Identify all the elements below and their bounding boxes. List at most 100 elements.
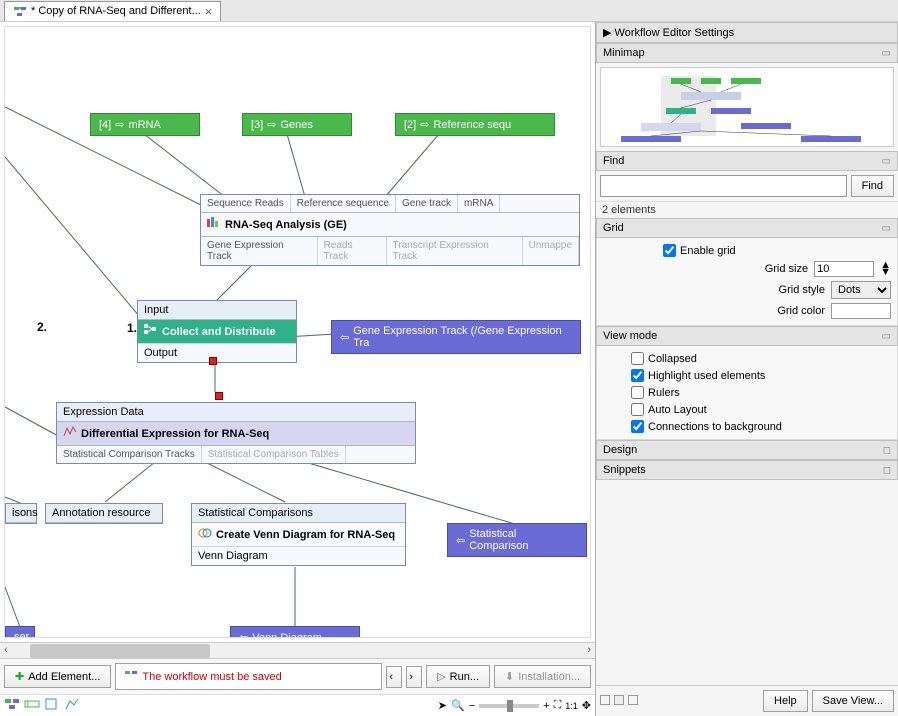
zoom-ratio[interactable]: 1:1 — [565, 701, 578, 711]
connbg-checkbox[interactable] — [631, 420, 644, 433]
view-icon-1[interactable] — [4, 697, 20, 714]
node-annotation-resource[interactable]: Annotation resource — [45, 503, 163, 524]
port-ge-track[interactable]: Gene Expression Track — [201, 237, 318, 265]
rulers-checkbox[interactable] — [631, 386, 644, 399]
output-stub-browser[interactable]: ser — [5, 626, 35, 638]
port-stat-tracks[interactable]: Statistical Comparison Tracks — [57, 446, 202, 463]
prev-button[interactable]: ‹ — [386, 666, 402, 688]
tool-icon-3[interactable] — [628, 695, 638, 708]
viewmode-panel: Collapsed Highlight used elements Rulers… — [596, 346, 898, 440]
port-unmapped[interactable]: Unmappe — [523, 237, 579, 265]
zoom-icon[interactable]: 🔍 — [451, 699, 465, 712]
horizontal-scrollbar[interactable]: › ‹ — [0, 642, 595, 658]
save-view-button[interactable]: Save View... — [812, 690, 894, 712]
input-node-genes[interactable]: [3] ⇨ Genes — [242, 113, 352, 136]
port-expression-data[interactable]: Expression Data — [57, 403, 415, 422]
right-bottom-toolbar: Help Save View... — [596, 685, 898, 716]
node-title: RNA-Seq Analysis (GE) — [225, 219, 347, 231]
minimap-header[interactable]: Minimap ▭ — [596, 43, 898, 63]
port-sequence-reads[interactable]: Sequence Reads — [201, 195, 291, 212]
port-venn-out[interactable]: Venn Diagram — [192, 546, 405, 565]
workflow-icon — [13, 4, 27, 18]
port-stat-comparisons[interactable]: Statistical Comparisons — [192, 504, 405, 523]
venn-icon — [198, 527, 212, 542]
snippets-header[interactable]: Snippets ◻ — [596, 460, 898, 480]
node-venn-diagram[interactable]: Statistical Comparisons Create Venn Diag… — [191, 503, 406, 566]
input-node-mrna[interactable]: [4] ⇨ mRNA — [90, 113, 200, 136]
port-reference-seq[interactable]: Reference sequence — [291, 195, 396, 212]
chevron-right-icon[interactable]: › — [587, 644, 591, 656]
arrow-right-icon: ⇨ — [420, 118, 429, 131]
node-collect-distribute[interactable]: Input Collect and Distribute Output — [137, 300, 297, 363]
pointer-icon[interactable]: ➤ — [438, 699, 447, 712]
collapse-icon[interactable]: ▭ — [882, 223, 891, 234]
fit-icon[interactable]: ⛶ — [554, 699, 562, 712]
find-panel: Find — [596, 171, 898, 201]
zoom-out-icon[interactable]: − — [469, 700, 475, 712]
view-icons-row: ➤ 🔍 − + ⛶ 1:1 ✥ — [0, 694, 595, 716]
zoom-in-icon[interactable]: + — [543, 700, 549, 712]
collapse-icon[interactable]: ▭ — [882, 331, 891, 342]
highlight-checkbox[interactable] — [631, 369, 644, 382]
grid-size-input[interactable] — [814, 261, 874, 277]
chevron-left-icon[interactable]: ‹ — [4, 644, 8, 656]
tool-icon-1[interactable] — [600, 695, 610, 708]
output-stat-comparison[interactable]: ⇦ Statistical Comparison — [447, 523, 587, 557]
grid-color-swatch[interactable] — [831, 303, 891, 319]
view-icon-3[interactable] — [44, 697, 60, 714]
port-mrna[interactable]: mRNA — [458, 195, 500, 212]
play-icon: ▶ — [603, 27, 611, 39]
collapse-icon[interactable]: ▭ — [882, 48, 891, 59]
find-button[interactable]: Find — [851, 175, 894, 197]
scrollbar-thumb[interactable] — [30, 644, 210, 658]
next-button[interactable]: › — [406, 666, 422, 688]
input-node-reference[interactable]: [2] ⇨ Reference sequ — [395, 113, 555, 136]
port-stat-tables[interactable]: Statistical Comparison Tables — [202, 446, 346, 463]
connection-handle[interactable] — [209, 357, 217, 365]
annotation-2: 2. — [37, 320, 47, 334]
add-element-button[interactable]: ✚ Add Element... — [4, 665, 111, 688]
port-gene-track[interactable]: Gene track — [396, 195, 458, 212]
help-button[interactable]: Help — [763, 690, 808, 712]
node-stub-left1[interactable]: isons — [5, 503, 37, 524]
close-icon[interactable]: × — [205, 4, 213, 19]
chevron-right-icon: › — [409, 671, 413, 683]
find-input[interactable] — [600, 175, 847, 197]
viewmode-header[interactable]: View mode ▭ — [596, 326, 898, 346]
view-icon-4[interactable] — [64, 697, 80, 714]
expand-icon[interactable]: ◻ — [883, 445, 891, 456]
grid-header[interactable]: Grid ▭ — [596, 218, 898, 238]
arrow-right-icon: ⇨ — [115, 118, 124, 131]
node-differential-expression[interactable]: Expression Data Differential Expression … — [56, 402, 416, 464]
document-tab[interactable]: * Copy of RNA-Seq and Different... × — [4, 1, 221, 21]
spinner-buttons[interactable]: ▲▼ — [880, 262, 891, 276]
grid-style-select[interactable]: Dots — [831, 281, 891, 299]
autolayout-checkbox[interactable] — [631, 403, 644, 416]
view-icon-2[interactable] — [24, 697, 40, 714]
zoom-slider[interactable] — [479, 704, 539, 708]
collapse-icon[interactable]: ▭ — [882, 156, 891, 167]
port-input[interactable]: Input — [138, 301, 296, 320]
port-output[interactable]: Output — [138, 343, 296, 362]
port-reads-track[interactable]: Reads Track — [318, 237, 387, 265]
canvas-pane: 2. 1. [4] ⇨ mRNA [3] ⇨ Genes [2] ⇨ Refer… — [0, 22, 596, 716]
settings-pane: ▶ Workflow Editor Settings Minimap ▭ — [596, 22, 898, 716]
run-button[interactable]: ▷ Run... — [426, 665, 490, 688]
pan-icon[interactable]: ✥ — [582, 699, 591, 712]
port-transcript-track[interactable]: Transcript Expression Track — [387, 237, 523, 265]
minimap-view[interactable] — [600, 67, 894, 147]
connection-handle[interactable] — [215, 392, 223, 400]
node-rnaseq-analysis[interactable]: Sequence Reads Reference sequence Gene t… — [200, 194, 580, 266]
workflow-canvas[interactable]: 2. 1. [4] ⇨ mRNA [3] ⇨ Genes [2] ⇨ Refer… — [4, 26, 591, 638]
diff-expr-icon — [63, 426, 77, 441]
design-header[interactable]: Design ◻ — [596, 440, 898, 460]
collapsed-checkbox[interactable] — [631, 352, 644, 365]
output-venn-diagram[interactable]: ⇦ Venn Diagram — [230, 626, 360, 638]
arrow-right-icon: ⇨ — [267, 118, 276, 131]
enable-grid-checkbox[interactable] — [663, 244, 676, 257]
find-header[interactable]: Find ▭ — [596, 151, 898, 171]
output-gene-expr-track[interactable]: ⇦ Gene Expression Track (/Gene Expressio… — [331, 320, 581, 354]
tool-icon-2[interactable] — [614, 695, 624, 708]
expand-icon[interactable]: ◻ — [883, 465, 891, 476]
installation-button[interactable]: ⬇ Installation... — [494, 665, 591, 688]
